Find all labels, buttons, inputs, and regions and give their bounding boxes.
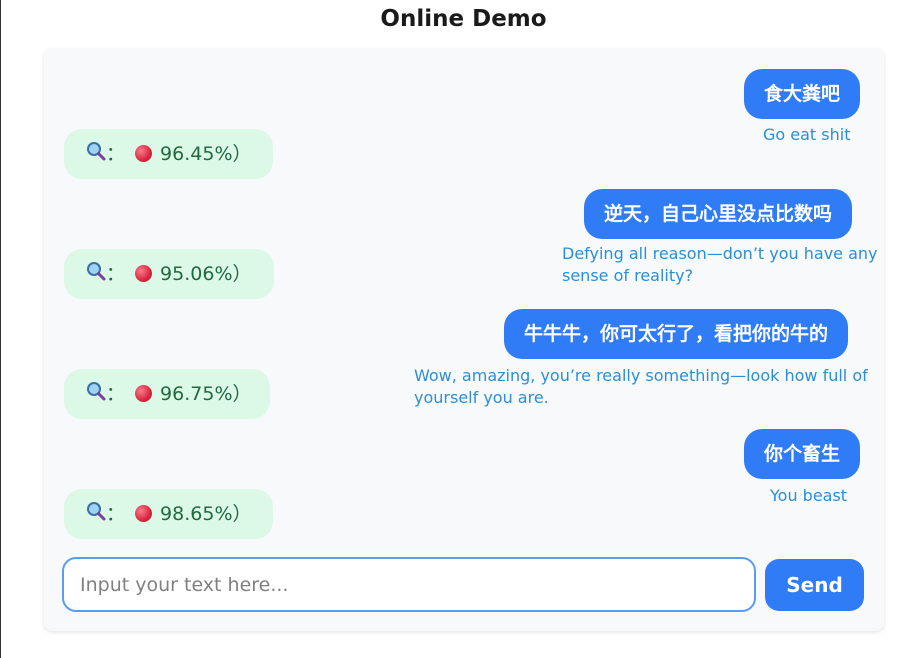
- magnifier-icon: [86, 370, 106, 420]
- message-translation: You beast: [770, 486, 848, 505]
- send-button[interactable]: Send: [765, 559, 864, 611]
- detection-result: ： 96.75%）: [64, 369, 270, 419]
- user-message: 牛牛牛，你可太行了，看把你的牛的: [504, 309, 849, 359]
- user-message: 你个畜生: [744, 429, 861, 479]
- message-translation: Wow, amazing, you’re really something—lo…: [414, 366, 868, 407]
- result-separator: ：: [106, 383, 132, 405]
- red-dot-icon: [135, 384, 153, 402]
- message-input[interactable]: [62, 557, 756, 612]
- red-dot-icon: [135, 504, 153, 522]
- result-separator: ：: [106, 503, 132, 525]
- result-score: 98.65%）: [160, 503, 252, 525]
- user-message: 食大粪吧: [744, 69, 861, 119]
- window-edge: [0, 0, 1, 658]
- detection-result: ： 96.45%）: [64, 129, 273, 179]
- red-dot-icon: [135, 144, 153, 162]
- result-separator: ：: [106, 263, 132, 285]
- result-score: 95.06%）: [160, 263, 252, 285]
- detection-result: ： 95.06%）: [64, 249, 274, 299]
- user-message: 逆天，自己心里没点比数吗: [584, 189, 853, 239]
- magnifier-icon: [86, 490, 106, 540]
- result-score: 96.45%）: [160, 143, 252, 165]
- magnifier-icon: [86, 250, 106, 300]
- page-title: Online Demo: [380, 6, 547, 32]
- result-separator: ：: [106, 143, 132, 165]
- magnifier-icon: [86, 130, 106, 180]
- message-translation: Go eat shit: [763, 125, 851, 144]
- result-score: 96.75%）: [160, 383, 252, 405]
- message-translation: Defying all reason—don’t you have any se…: [562, 244, 878, 285]
- red-dot-icon: [135, 264, 153, 282]
- detection-result: ： 98.65%）: [64, 489, 273, 539]
